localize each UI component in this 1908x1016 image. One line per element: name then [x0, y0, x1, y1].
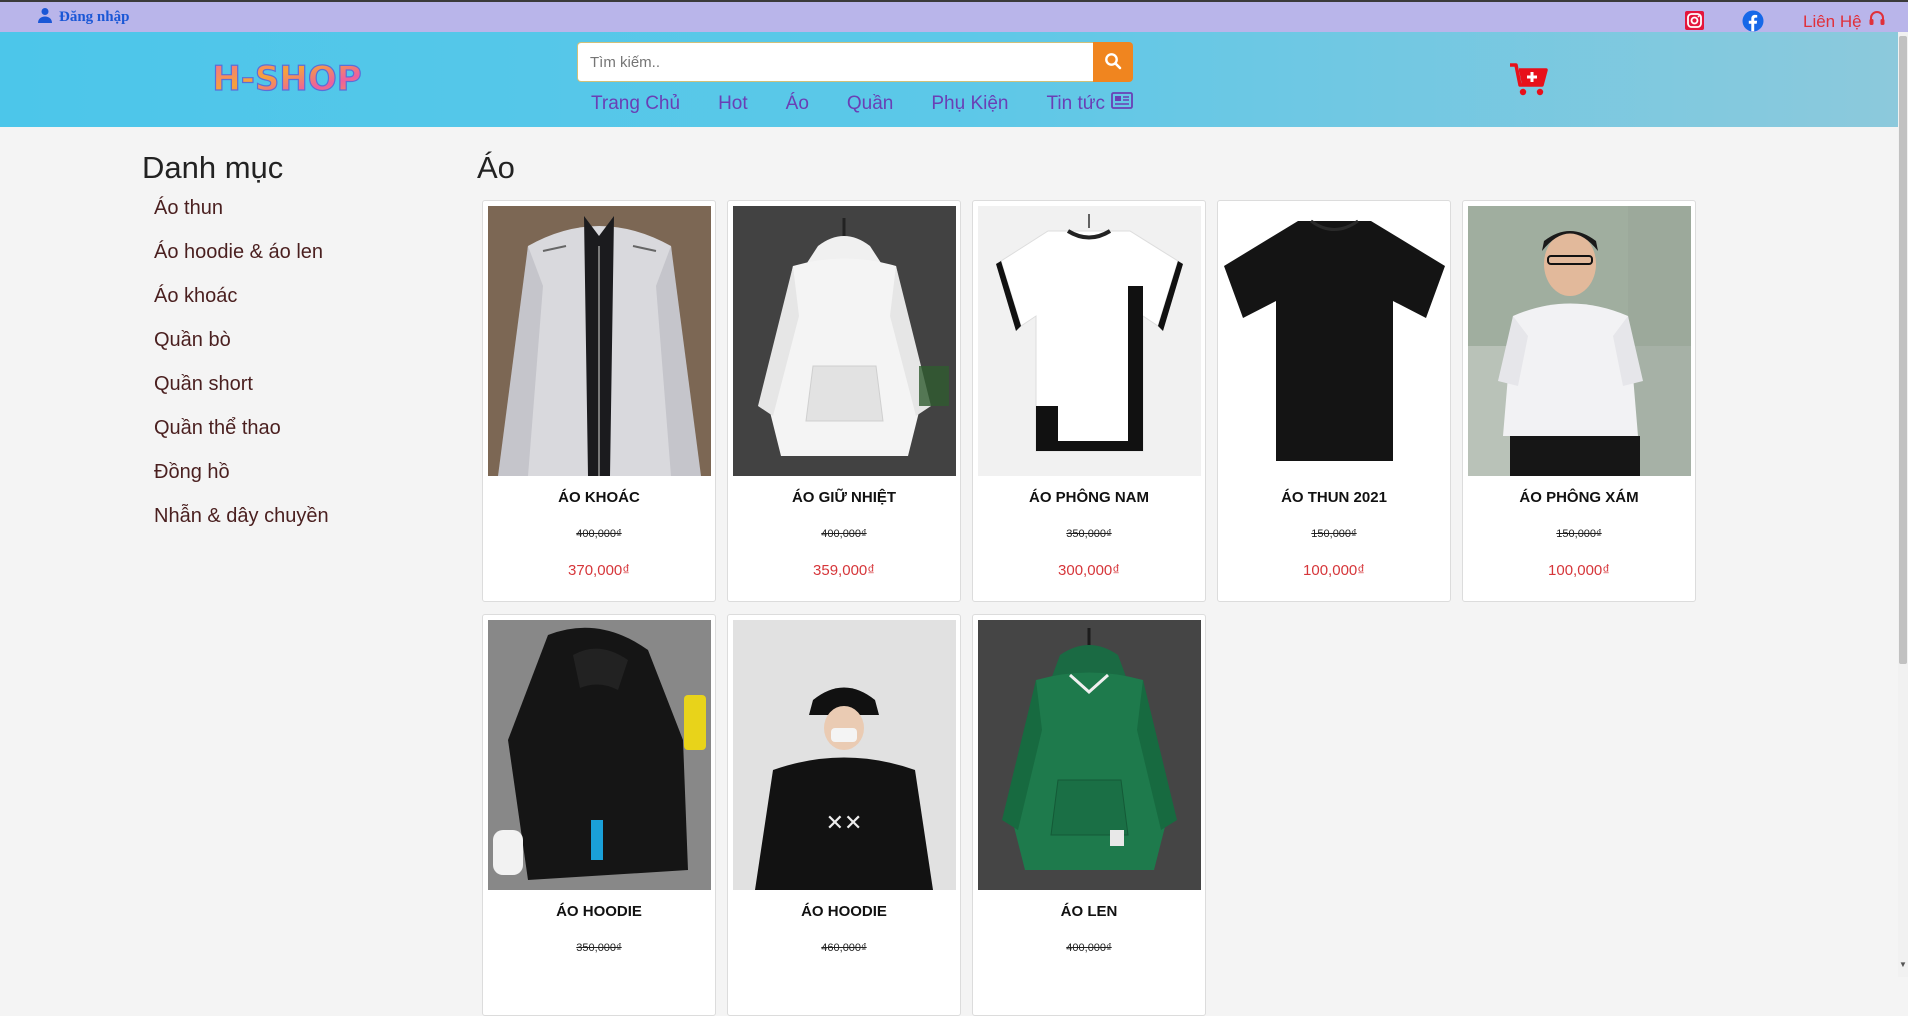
product-old-price: 150,000₫: [1556, 528, 1602, 540]
nav-ao[interactable]: Áo: [786, 93, 809, 115]
category-quan-the-thao[interactable]: Quần thể thao: [154, 417, 329, 461]
product-name[interactable]: ÁO LEN: [973, 903, 1205, 920]
product-name[interactable]: ÁO PHÔNG XÁM: [1463, 489, 1695, 506]
product-name[interactable]: ÁO GIỮ NHIỆT: [728, 489, 960, 506]
search-button[interactable]: [1093, 42, 1133, 82]
category-nhan-day-chuyen[interactable]: Nhẫn & dây chuyền: [154, 505, 329, 549]
product-card[interactable]: ÁO THUN 2021 150,000₫ 100,000₫: [1217, 200, 1451, 602]
headset-icon: [1868, 10, 1886, 33]
product-card[interactable]: ✕✕ ÁO HOODIE 460,000₫: [727, 614, 961, 1016]
product-name[interactable]: ÁO HOODIE: [483, 903, 715, 920]
login-link[interactable]: Đăng nhập: [37, 7, 129, 28]
search-bar: [577, 42, 1133, 82]
product-image[interactable]: [978, 206, 1201, 476]
site-logo[interactable]: H-SHOP: [206, 52, 368, 102]
nav-quan[interactable]: Quần: [847, 93, 893, 115]
product-grid: ÁO KHOÁC 400,000₫ 370,000₫ ÁO GIỮ NHIỆT …: [482, 200, 1702, 1016]
product-old-price: 460,000₫: [821, 942, 867, 954]
instagram-icon[interactable]: [1684, 10, 1705, 31]
top-bar: Đăng nhập Liên Hệ: [0, 0, 1908, 32]
product-old-price: 400,000₫: [576, 528, 622, 540]
product-card[interactable]: ÁO KHOÁC 400,000₫ 370,000₫: [482, 200, 716, 602]
logo-text: H-SHOP: [212, 59, 361, 99]
product-name[interactable]: ÁO THUN 2021: [1218, 489, 1450, 506]
category-quan-short[interactable]: Quần short: [154, 373, 329, 417]
product-name[interactable]: ÁO KHOÁC: [483, 489, 715, 506]
product-old-price: 400,000₫: [821, 528, 867, 540]
product-name[interactable]: ÁO PHÔNG NAM: [973, 489, 1205, 506]
scroll-down-arrow-icon[interactable]: ▼: [1899, 960, 1907, 970]
nav-tin-tuc[interactable]: Tin tức: [1047, 92, 1133, 115]
category-dong-ho[interactable]: Đồng hồ: [154, 461, 329, 505]
cart-plus-icon: [1509, 63, 1549, 102]
sidebar-title: Danh mục: [142, 150, 284, 185]
product-price: 100,000₫: [1303, 562, 1365, 579]
page-scrollbar-thumb[interactable]: [1899, 36, 1907, 664]
page-title: Áo: [477, 150, 515, 185]
product-card[interactable]: ÁO HOODIE 350,000₫: [482, 614, 716, 1016]
nav-home[interactable]: Trang Chủ: [591, 93, 680, 115]
login-label: Đăng nhập: [59, 9, 130, 25]
nav-tin-tuc-label: Tin tức: [1046, 92, 1105, 114]
product-card[interactable]: ÁO LEN 400,000₫: [972, 614, 1206, 1016]
newspaper-icon: [1111, 92, 1133, 115]
product-image[interactable]: [733, 206, 956, 476]
category-ao-hoodie-ao-len[interactable]: Áo hoodie & áo len: [154, 241, 329, 285]
search-icon: [1104, 52, 1122, 73]
search-input[interactable]: [577, 42, 1093, 82]
category-list: Áo thun Áo hoodie & áo len Áo khoác Quần…: [154, 197, 329, 549]
product-image[interactable]: ✕✕: [733, 620, 956, 890]
product-card[interactable]: ÁO PHÔNG NAM 350,000₫ 300,000₫: [972, 200, 1206, 602]
product-price: 370,000₫: [568, 562, 630, 579]
product-image[interactable]: [488, 206, 711, 476]
product-image[interactable]: [1223, 206, 1446, 476]
main-nav: Trang Chủ Hot Áo Quần Phụ Kiện Tin tức: [591, 92, 1171, 115]
user-icon: [37, 7, 53, 28]
contact-label: Liên Hệ: [1803, 11, 1862, 31]
nav-hot[interactable]: Hot: [718, 93, 748, 115]
svg-text:✕✕: ✕✕: [826, 811, 863, 836]
contact-link[interactable]: Liên Hệ: [1803, 10, 1886, 33]
category-ao-khoac[interactable]: Áo khoác: [154, 285, 329, 329]
product-price: 359,000₫: [813, 562, 875, 579]
product-old-price: 350,000₫: [1066, 528, 1112, 540]
product-card[interactable]: ÁO GIỮ NHIỆT 400,000₫ 359,000₫: [727, 200, 961, 602]
product-price: 100,000₫: [1548, 562, 1610, 579]
product-price: 300,000₫: [1058, 562, 1120, 579]
product-image[interactable]: [1468, 206, 1691, 476]
category-quan-bo[interactable]: Quần bò: [154, 329, 329, 373]
product-old-price: 150,000₫: [1311, 528, 1357, 540]
site-header: H-SHOP Trang Chủ Hot Áo Quần Phụ Kiện Ti…: [0, 32, 1898, 127]
facebook-icon[interactable]: [1742, 10, 1764, 32]
product-name[interactable]: ÁO HOODIE: [728, 903, 960, 920]
category-ao-thun[interactable]: Áo thun: [154, 197, 329, 241]
cart-button[interactable]: [1509, 62, 1549, 98]
product-old-price: 400,000₫: [1066, 942, 1112, 954]
product-old-price: 350,000₫: [576, 942, 622, 954]
product-card[interactable]: ÁO PHÔNG XÁM 150,000₫ 100,000₫: [1462, 200, 1696, 602]
product-image[interactable]: [978, 620, 1201, 890]
product-image[interactable]: [488, 620, 711, 890]
nav-phu-kien[interactable]: Phụ Kiện: [931, 93, 1008, 115]
